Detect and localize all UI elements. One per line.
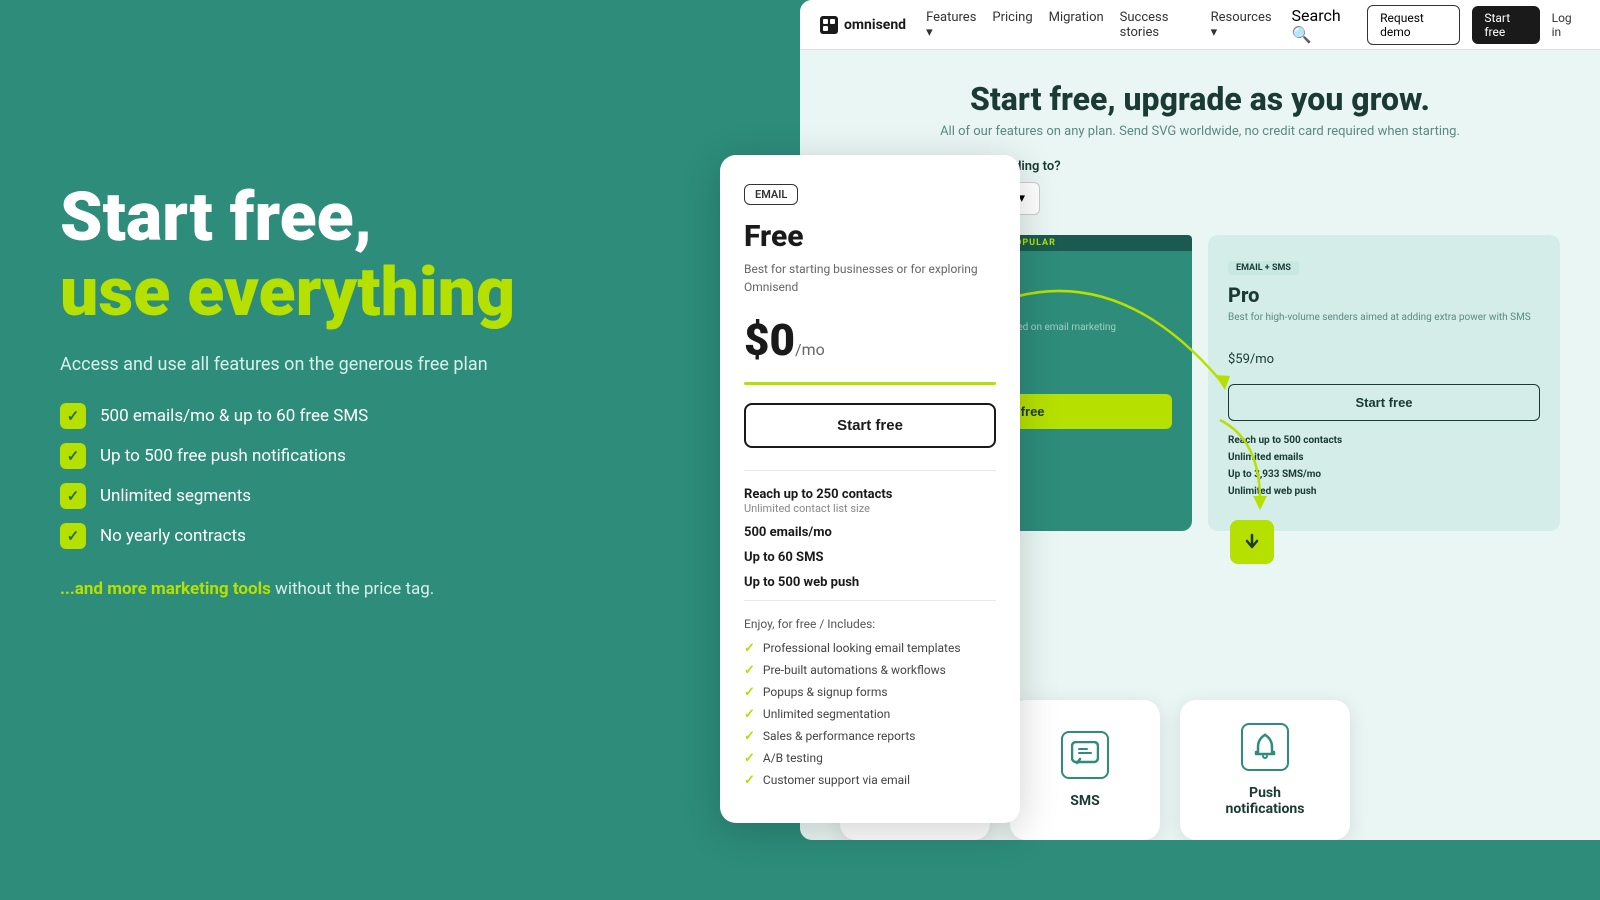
list-item: Up to 500 free push notifications <box>60 443 680 469</box>
list-item: 500 emails/mo & up to 60 free SMS <box>60 403 680 429</box>
pro-plan-card: EMAIL + SMS Pro Best for high-volume sen… <box>1208 235 1560 531</box>
nav-logo: omnisend <box>820 16 906 34</box>
login-button[interactable]: Log in <box>1552 11 1580 39</box>
browser-nav: omnisend Features ▾ Pricing Migration Su… <box>800 0 1600 50</box>
pro-plan-desc: Best for high-volume senders aimed at ad… <box>1228 311 1540 325</box>
check-icon <box>60 443 86 469</box>
include-text: Sales & performance reports <box>763 729 916 743</box>
emails-title: 500 emails/mo <box>744 525 996 540</box>
list-item: Unlimited segments <box>60 483 680 509</box>
nav-resources[interactable]: Resources ▾ <box>1211 10 1272 40</box>
price-underline <box>744 382 996 385</box>
check-mark: ✓ <box>744 773 755 788</box>
nav-pricing[interactable]: Pricing <box>992 10 1032 40</box>
left-section: Start free, use everything Access and us… <box>60 180 680 599</box>
list-item: No yearly contracts <box>60 523 680 549</box>
check-mark: ✓ <box>744 641 755 656</box>
include-item: ✓ Professional looking email templates <box>744 641 996 656</box>
feature-text: Up to 500 free push notifications <box>100 446 346 466</box>
logo-text: omnisend <box>844 17 906 33</box>
page-subheading: All of our features on any plan. Send SV… <box>840 124 1560 139</box>
feature-text: Unlimited segments <box>100 486 251 506</box>
check-mark: ✓ <box>744 707 755 722</box>
push-icon <box>1241 723 1289 771</box>
pro-per-mo: /mo <box>1250 352 1274 367</box>
enjoy-title: Enjoy, for free / Includes: <box>744 617 996 631</box>
pro-feature: Unlimited web push <box>1228 486 1540 497</box>
include-item: ✓ Sales & performance reports <box>744 729 996 744</box>
free-title: Free <box>744 219 996 254</box>
per-mo: /mo <box>795 340 825 359</box>
check-icon <box>60 403 86 429</box>
include-text: A/B testing <box>763 751 823 765</box>
reach-feature: Reach up to 250 contacts Unlimited conta… <box>744 487 996 515</box>
card-divider-2 <box>744 600 996 601</box>
more-tools-text: ...and more marketing tools without the … <box>60 579 680 599</box>
reach-title: Reach up to 250 contacts <box>744 487 996 502</box>
sms-icon-card: SMS <box>1010 700 1160 840</box>
push-icon-card: Pushnotifications <box>1180 700 1350 840</box>
card-divider <box>744 470 996 471</box>
check-icon <box>60 483 86 509</box>
push-card-label: Pushnotifications <box>1226 785 1305 817</box>
headline-white: Start free, <box>60 180 680 255</box>
subtitle: Access and use all features on the gener… <box>60 354 680 375</box>
sms-title: Up to 60 SMS <box>744 550 996 565</box>
nav-migration[interactable]: Migration <box>1049 10 1104 40</box>
headline-green: use everything <box>60 255 680 330</box>
include-item: ✓ Unlimited segmentation <box>744 707 996 722</box>
check-icon <box>60 523 86 549</box>
reach-sub: Unlimited contact list size <box>744 502 996 515</box>
include-item: ✓ A/B testing <box>744 751 996 766</box>
nav-start-free-button[interactable]: Start free <box>1472 6 1539 44</box>
pro-plan-tag: EMAIL + SMS <box>1228 261 1299 275</box>
feature-text: No yearly contracts <box>100 526 246 546</box>
feature-text: 500 emails/mo & up to 60 free SMS <box>100 406 368 426</box>
pro-plan-price: $59/mo <box>1228 337 1540 370</box>
request-demo-button[interactable]: Request demo <box>1367 5 1460 45</box>
check-mark: ✓ <box>744 751 755 766</box>
more-tools-suffix: without the price tag. <box>275 579 434 599</box>
include-text: Unlimited segmentation <box>763 707 890 721</box>
include-text: Customer support via email <box>763 773 910 787</box>
free-price: $0/mo <box>744 314 996 366</box>
pro-feature: Reach up to 500 contacts <box>1228 435 1540 446</box>
include-item: ✓ Pre-built automations & workflows <box>744 663 996 678</box>
include-item: ✓ Customer support via email <box>744 773 996 788</box>
email-badge: EMAIL <box>744 184 798 205</box>
nav-right: Search 🔍 Request demo Start free Log in <box>1292 5 1580 45</box>
pro-feature: Up to 3,933 SMS/mo <box>1228 469 1540 480</box>
feature-list: 500 emails/mo & up to 60 free SMS Up to … <box>60 403 680 549</box>
nav-features[interactable]: Features ▾ <box>926 10 976 40</box>
nav-success-stories[interactable]: Success stories <box>1120 10 1195 40</box>
check-mark: ✓ <box>744 663 755 678</box>
logo-icon <box>820 16 838 34</box>
emails-feature: 500 emails/mo <box>744 525 996 540</box>
sms-feature: Up to 60 SMS <box>744 550 996 565</box>
pro-features: Reach up to 500 contacts Unlimited email… <box>1228 435 1540 497</box>
push-title: Up to 500 web push <box>744 575 996 590</box>
include-text: Professional looking email templates <box>763 641 961 655</box>
pro-start-free-button[interactable]: Start free <box>1228 384 1540 421</box>
front-pricing-card: EMAIL Free Best for starting businesses … <box>720 155 1020 823</box>
sms-card-label: SMS <box>1070 793 1100 809</box>
push-feature: Up to 500 web push <box>744 575 996 590</box>
check-mark: ✓ <box>744 685 755 700</box>
nav-search[interactable]: Search 🔍 <box>1292 6 1356 44</box>
free-desc: Best for starting businesses or for expl… <box>744 260 996 296</box>
download-arrow-button[interactable] <box>1230 520 1274 564</box>
include-text: Popups & signup forms <box>763 685 888 699</box>
include-item: ✓ Popups & signup forms <box>744 685 996 700</box>
pro-feature: Unlimited emails <box>1228 452 1540 463</box>
include-text: Pre-built automations & workflows <box>763 663 946 677</box>
start-free-button[interactable]: Start free <box>744 403 996 448</box>
nav-links: Features ▾ Pricing Migration Success sto… <box>926 10 1271 40</box>
pro-plan-name: Pro <box>1228 283 1540 307</box>
sms-icon <box>1061 731 1109 779</box>
check-mark: ✓ <box>744 729 755 744</box>
more-tools-highlight: ...and more marketing tools <box>60 579 271 599</box>
page-heading: Start free, upgrade as you grow. <box>840 80 1560 118</box>
